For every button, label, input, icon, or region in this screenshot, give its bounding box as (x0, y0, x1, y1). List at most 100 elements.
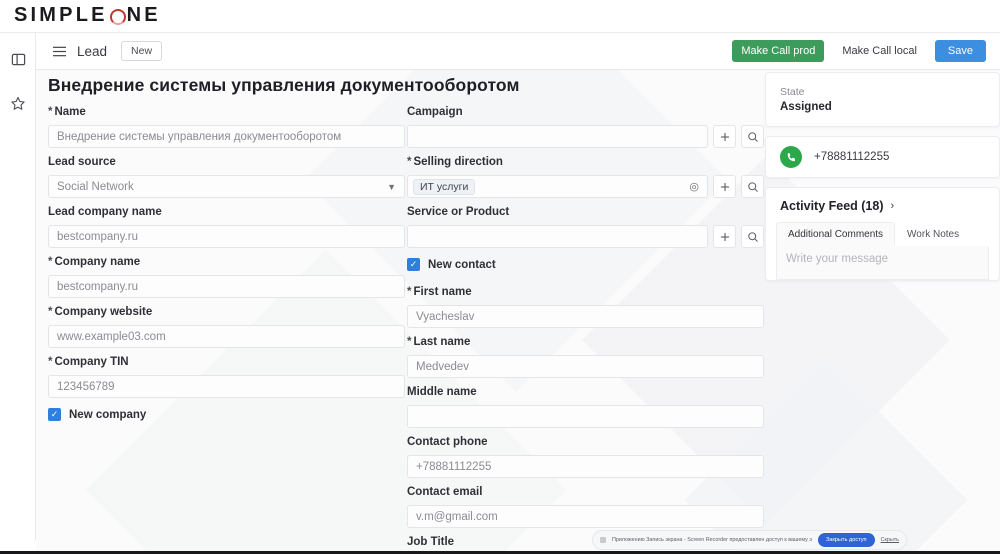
field-label-text: Name (54, 106, 85, 118)
field-label-text: Campaign (407, 106, 463, 118)
logo-text-left: SIMPLE (14, 4, 108, 27)
new-company-checkbox-row: ✓ New company (48, 408, 405, 421)
hide-notification-link[interactable]: Скрыть (881, 537, 899, 543)
top-toolbar: Lead New Make Call prod Make Call local … (36, 33, 1000, 70)
field-value: www.example03.com (57, 331, 166, 343)
search-icon[interactable] (741, 175, 764, 198)
field-input[interactable]: Medvedev (407, 355, 764, 378)
activity-feed-title: Activity Feed (18) (780, 199, 884, 213)
app-root: SIMPLE NE Lead New Make Call prod Make (0, 0, 1000, 554)
field-value: Vyacheslav (416, 311, 474, 323)
breadcrumb[interactable]: Lead (77, 44, 107, 59)
reference-field: ИТ услуги ◎ (407, 175, 764, 198)
field-input[interactable]: www.example03.com (48, 325, 405, 348)
toolbar-actions: Make Call prod Make Call local Save (732, 40, 986, 62)
reference-field (407, 125, 764, 148)
field-label-text: Company website (54, 306, 152, 318)
page-title: Внедрение системы управления документооб… (48, 75, 520, 96)
field-input[interactable] (407, 405, 764, 428)
field-campaign: Campaign (407, 106, 764, 148)
plus-icon[interactable] (713, 175, 736, 198)
phone-call-icon[interactable] (780, 146, 802, 168)
field-label-text: Last name (413, 336, 470, 348)
field-label-text: Company name (54, 256, 140, 268)
new-contact-label: New contact (428, 259, 496, 271)
field-label: Lead company name (48, 206, 405, 218)
field-label-text: Service or Product (407, 206, 509, 218)
field-input[interactable]: Vyacheslav (407, 305, 764, 328)
message-input[interactable]: Write your message (776, 246, 989, 280)
field-label: Middle name (407, 386, 764, 398)
required-marker: * (48, 356, 52, 368)
new-company-checkbox[interactable]: ✓ (48, 408, 61, 421)
field-input[interactable]: ИТ услуги ◎ (407, 175, 708, 198)
hamburger-menu-icon[interactable] (52, 45, 67, 58)
field-input[interactable]: bestcompany.ru (48, 225, 405, 248)
field-label: Lead source (48, 156, 405, 168)
field-input[interactable]: bestcompany.ru (48, 275, 405, 298)
new-contact-checkbox[interactable]: ✓ (407, 258, 420, 271)
field-lead-source: Lead source Social Network▼ (48, 156, 405, 198)
required-marker: * (48, 106, 52, 118)
feed-tab-additional-comments[interactable]: Additional Comments (776, 222, 895, 246)
field-contact-email: Contact email v.m@gmail.com (407, 486, 764, 528)
clear-circle-icon[interactable]: ◎ (689, 180, 699, 193)
screen-share-notification: Приложению Запись экрана - Screen Record… (592, 530, 907, 550)
required-marker: * (48, 256, 52, 268)
brand-bar: SIMPLE NE (0, 0, 1000, 33)
phone-number[interactable]: +78881112255 (814, 151, 889, 163)
field-input[interactable]: Внедрение системы управления документооб… (48, 125, 405, 148)
field-company-website: *Company websitewww.example03.com (48, 306, 405, 348)
search-icon[interactable] (741, 225, 764, 248)
ring-logo-icon (110, 9, 126, 25)
plus-icon[interactable] (713, 125, 736, 148)
required-marker: * (407, 156, 411, 168)
field-last-name: *Last name Medvedev (407, 336, 764, 378)
field-input[interactable] (407, 225, 708, 248)
state-label: State (780, 86, 985, 98)
field-input[interactable]: 123456789 (48, 375, 405, 398)
field-value: bestcompany.ru (57, 231, 138, 243)
stop-sharing-button[interactable]: Закрыть доступ (818, 533, 875, 547)
field-label: *Company TIN (48, 356, 405, 368)
selected-chip[interactable]: ИТ услуги (413, 179, 475, 195)
field-input[interactable]: +78881112255 (407, 455, 764, 478)
field-label-text: Company TIN (54, 356, 128, 368)
field-label: *Company name (48, 256, 405, 268)
right-sidebar: State Assigned +78881112255 Activity Fee… (765, 72, 1000, 290)
field-company-tin: *Company TIN 123456789 (48, 356, 405, 398)
field-label: Service or Product (407, 206, 764, 218)
make-call-prod-button[interactable]: Make Call prod (732, 40, 824, 62)
screen-share-icon (600, 537, 606, 543)
field-label: *Last name (407, 336, 764, 348)
activity-feed-tabs: Additional CommentsWork Notes (766, 222, 999, 246)
field-input[interactable]: v.m@gmail.com (407, 505, 764, 528)
state-card: State Assigned (765, 72, 1000, 127)
star-icon[interactable] (0, 87, 36, 121)
feed-tab-work-notes[interactable]: Work Notes (895, 222, 971, 246)
save-button[interactable]: Save (935, 40, 986, 62)
field-label: Contact email (407, 486, 764, 498)
chevron-down-icon[interactable]: ▼ (387, 182, 396, 192)
phone-card: +78881112255 (765, 136, 1000, 178)
make-call-local-button[interactable]: Make Call local (833, 40, 926, 62)
search-icon[interactable] (741, 125, 764, 148)
activity-feed-card: Activity Feed (18) › Additional Comments… (765, 187, 1000, 281)
field-value: 123456789 (57, 381, 115, 393)
field-label-text: Contact phone (407, 436, 488, 448)
status-badge: New (121, 41, 162, 61)
new-company-label: New company (69, 409, 146, 421)
field-label: Contact phone (407, 436, 764, 448)
field-first-name: *First nameVyacheslav (407, 286, 764, 328)
reference-field (407, 225, 764, 248)
field-input[interactable] (407, 125, 708, 148)
simpleone-logo: SIMPLE NE (14, 4, 161, 27)
field-select[interactable]: Social Network▼ (48, 175, 405, 198)
chevron-right-icon[interactable]: › (891, 200, 895, 212)
field-label-text: Lead source (48, 156, 116, 168)
required-marker: * (407, 286, 411, 298)
panel-toggle-icon[interactable] (0, 42, 36, 76)
field-company-name: *Company name bestcompany.ru (48, 256, 405, 298)
new-contact-checkbox-row: ✓ New contact (407, 258, 764, 271)
plus-icon[interactable] (713, 225, 736, 248)
